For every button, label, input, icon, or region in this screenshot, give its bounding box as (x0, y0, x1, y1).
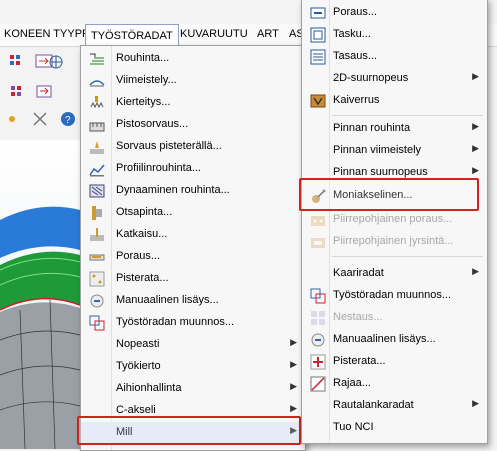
cutoff-icon (90, 228, 104, 241)
pocket-icon (310, 27, 326, 43)
submenu-arrow-icon: ▶ (290, 359, 297, 369)
menu-item-poraus[interactable]: Poraus... (81, 246, 305, 268)
manual-entry-icon (90, 294, 104, 308)
menu-separator (332, 115, 483, 116)
mill-submenu: Poraus... Tasku... Tasaus... 2D-suurnope… (301, 0, 488, 444)
submenu-arrow-icon: ▶ (472, 398, 479, 408)
highlight-moniakselinen (299, 178, 479, 211)
grid-icon[interactable] (10, 55, 32, 69)
menu-item-profiilinrouhinta[interactable]: Profiilinrouhinta... (81, 158, 305, 180)
submenu-arrow-icon: ▶ (472, 71, 479, 81)
menu-item-pistosorvaus[interactable]: Pistosorvaus... (81, 114, 305, 136)
profile-rough-icon (89, 164, 105, 177)
menu-item-sorvaus-pisteteralla[interactable]: Sorvaus pisteterällä... (81, 136, 305, 158)
menu-item-aihionhallinta[interactable]: Aihionhallinta ▶ (81, 378, 305, 400)
menu-item-2d-suurnopeus[interactable]: 2D-suurnopeus ▶ (302, 68, 487, 90)
menu-art[interactable]: ART (257, 28, 279, 40)
groove-icon (89, 122, 105, 132)
finish-icon (89, 80, 105, 87)
menu-item-rajaa[interactable]: Rajaa... (302, 373, 487, 395)
face-icon (92, 206, 102, 220)
engrave-icon (310, 94, 326, 108)
menu-item-dynaaminen-rouhinta[interactable]: Dynaaminen rouhinta... (81, 180, 305, 202)
submenu-arrow-icon: ▶ (290, 337, 297, 347)
menu-kuvaruutu[interactable]: KUVARUUTU (180, 28, 248, 40)
menu-item-pisterata[interactable]: Pisterata... (302, 351, 487, 373)
submenu-arrow-icon: ▶ (472, 165, 479, 175)
menu-item-katkaisu[interactable]: Katkaisu... (81, 224, 305, 246)
select-grid-icon[interactable] (10, 85, 30, 99)
menu-separator (332, 256, 483, 257)
menu-item-manuaalinen-lisays[interactable]: Manuaalinen lisäys... (302, 329, 487, 351)
fbm-mill-icon (311, 238, 325, 248)
globe-icon[interactable] (48, 55, 68, 69)
menu-item-rautalankaradat[interactable]: Rautalankaradat ▶ (302, 395, 487, 417)
menu-item-tyostoradan-muunnos[interactable]: Työstöradan muunnos... (302, 285, 487, 307)
trim-icon (310, 376, 326, 392)
menu-item-rouhinta[interactable]: Rouhinta... (81, 48, 305, 70)
part-model (0, 206, 80, 449)
transform-icon (89, 315, 105, 331)
drill-icon (89, 254, 105, 261)
facing-icon (310, 49, 326, 65)
menu-item-pisterata[interactable]: Pisterata... (81, 268, 305, 290)
menu-koneen-tyyppi[interactable]: KONEEN TYYPPI (4, 28, 92, 40)
menu-item-viimeistely[interactable]: Viimeistely... (81, 70, 305, 92)
nesting-icon (311, 311, 325, 325)
submenu-arrow-icon: ▶ (290, 403, 297, 413)
menu-item-otsapinta[interactable]: Otsapinta... (81, 202, 305, 224)
point-turn-icon (90, 141, 104, 154)
menu-item-tyokierto[interactable]: Työkierto ▶ (81, 356, 305, 378)
submenu-arrow-icon: ▶ (472, 266, 479, 276)
menu-item-manuaalinen-lisays[interactable]: Manuaalinen lisäys... (81, 290, 305, 312)
manual-entry-icon (311, 333, 325, 347)
svg-text:?: ? (65, 115, 71, 126)
graphics-viewport[interactable] (0, 140, 80, 449)
point-path-icon (89, 271, 105, 287)
menu-item-piirrepohjainen-poraus[interactable]: Piirrepohjainen poraus... (302, 209, 487, 231)
thread-icon (90, 96, 104, 109)
highlight-mill (77, 416, 301, 445)
menu-item-kierteitys[interactable]: Kierteitys... (81, 92, 305, 114)
drill-icon (310, 7, 326, 19)
toolbar: ? (0, 47, 80, 139)
menu-item-tasaus[interactable]: Tasaus... (302, 46, 487, 68)
rough-icon (90, 53, 104, 65)
fbm-drill-icon (311, 216, 325, 226)
menu-item-kaariradat[interactable]: Kaariradat ▶ (302, 263, 487, 285)
menu-item-nestaus[interactable]: Nestaus... (302, 307, 487, 329)
menu-item-tyostoradan-muunnos[interactable]: Työstöradan muunnos... (81, 312, 305, 334)
menu-item-piirrepohjainen-jyrsinta[interactable]: Piirrepohjainen jyrsintä... (302, 231, 487, 253)
menu-item-tuo-nci[interactable]: Tuo NCI (302, 417, 487, 439)
menu-tyostoradat[interactable]: TYÖSTÖRADAT (85, 24, 179, 46)
menu-item-nopeasti[interactable]: Nopeasti ▶ (81, 334, 305, 356)
menu-item-poraus[interactable]: Poraus... (302, 2, 487, 24)
toolpaths-menu: Rouhinta... Viimeistely... Kierteitys...… (80, 45, 306, 451)
submenu-arrow-icon: ▶ (472, 143, 479, 153)
arrow-box-icon[interactable] (36, 85, 60, 99)
menu-item-pinnan-viimeistely[interactable]: Pinnan viimeistely ▶ (302, 140, 487, 162)
menu-item-pinnan-rouhinta[interactable]: Pinnan rouhinta ▶ (302, 118, 487, 140)
menu-item-kaiverrus[interactable]: Kaiverrus (302, 90, 487, 112)
transform-icon (310, 288, 326, 304)
submenu-arrow-icon: ▶ (472, 121, 479, 131)
submenu-arrow-icon: ▶ (290, 381, 297, 391)
menu-item-tasku[interactable]: Tasku... (302, 24, 487, 46)
tools-row-icons[interactable]: ? (6, 110, 78, 130)
dynamic-rough-icon (89, 184, 105, 198)
point-path-icon (310, 354, 326, 370)
